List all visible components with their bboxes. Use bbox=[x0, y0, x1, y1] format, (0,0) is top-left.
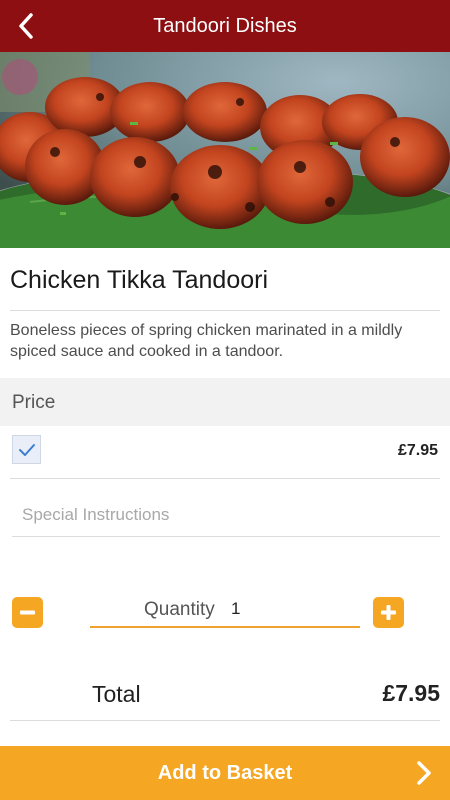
dish-image bbox=[0, 52, 450, 248]
divider bbox=[10, 720, 440, 721]
price-section-header: Price bbox=[0, 378, 450, 426]
special-instructions-input[interactable] bbox=[12, 496, 440, 534]
add-to-basket-button[interactable]: Add to Basket bbox=[0, 746, 450, 800]
price-label: Price bbox=[12, 392, 56, 413]
quantity-label: Quantity bbox=[144, 599, 215, 620]
decrease-quantity-button[interactable] bbox=[12, 597, 43, 628]
price-option-row[interactable]: £7.95 bbox=[0, 426, 450, 478]
chevron-right-icon bbox=[417, 761, 431, 785]
increase-quantity-button[interactable] bbox=[373, 597, 404, 628]
divider bbox=[10, 310, 440, 311]
plus-icon bbox=[381, 605, 396, 620]
total-value: £7.95 bbox=[382, 680, 440, 706]
app-header: Tandoori Dishes bbox=[0, 0, 450, 52]
price-option-checkbox[interactable] bbox=[12, 435, 41, 464]
divider bbox=[12, 536, 440, 537]
add-to-basket-label: Add to Basket bbox=[157, 762, 293, 784]
total-label: Total bbox=[92, 681, 141, 707]
price-option-value: £7.95 bbox=[397, 442, 438, 459]
page-title: Tandoori Dishes bbox=[153, 15, 297, 37]
quantity-underline bbox=[90, 626, 360, 628]
quantity-value[interactable]: 1 bbox=[231, 599, 240, 619]
dish-name: Chicken Tikka Tandoori bbox=[10, 266, 269, 294]
minus-icon bbox=[20, 610, 35, 615]
divider bbox=[10, 478, 440, 479]
dish-description: Boneless pieces of spring chicken marina… bbox=[10, 322, 403, 360]
checkmark-icon bbox=[18, 443, 35, 456]
